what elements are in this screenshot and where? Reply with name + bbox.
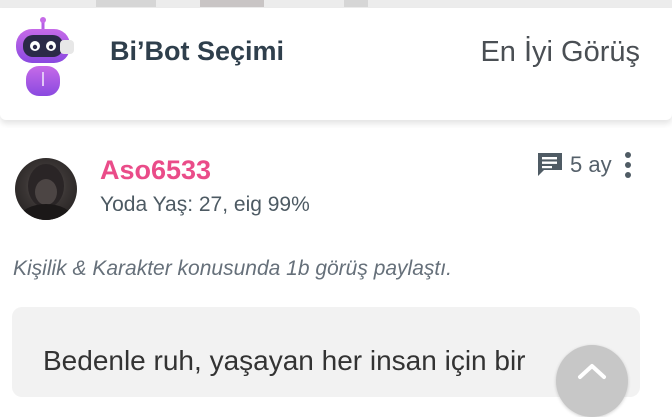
message-icon[interactable]: [536, 151, 564, 177]
page-title: Bi’Bot Seçimi: [110, 36, 285, 66]
avatar[interactable]: [15, 158, 77, 220]
more-vertical-icon[interactable]: [621, 151, 635, 179]
username-link[interactable]: Aso6533: [100, 155, 211, 186]
user-meta: Yoda Yaş: 27, eig 99%: [100, 193, 310, 216]
strip-thumb: [96, 0, 156, 7]
bibot-selection-card: Bi’Bot Seçimi En İyi Görüş: [0, 8, 672, 120]
strip-thumb: [200, 0, 264, 7]
strip-thumb: [344, 0, 368, 7]
top-strip: [0, 0, 672, 8]
best-view-sort-link[interactable]: En İyi Görüş: [480, 36, 640, 69]
post-timestamp: 5 ay: [570, 152, 612, 177]
chevron-up-icon: [578, 364, 606, 379]
user-photo: [20, 164, 72, 220]
scroll-to-top-button[interactable]: [556, 345, 628, 417]
quote-text: Bedenle ruh, yaşayan her insan için bir: [43, 345, 526, 376]
robot-avatar-icon: [16, 17, 74, 96]
activity-text: Kişilik & Karakter konusunda 1b görüş pa…: [13, 257, 452, 280]
